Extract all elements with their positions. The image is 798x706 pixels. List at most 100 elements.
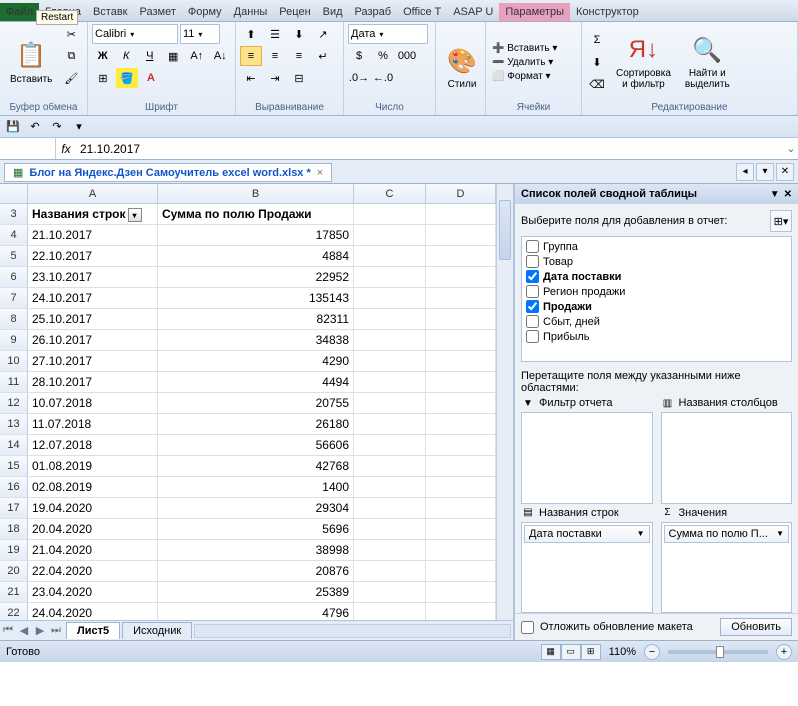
fill-color-button[interactable]: 🪣 [116, 68, 138, 88]
row-header[interactable]: 19 [0, 540, 28, 560]
vertical-scrollbar[interactable] [496, 184, 513, 620]
decrease-font-button[interactable]: A↓ [210, 46, 232, 66]
name-box[interactable] [0, 138, 56, 159]
cell[interactable] [426, 309, 496, 329]
row-header[interactable]: 12 [0, 393, 28, 413]
field-item[interactable]: Продажи [524, 299, 789, 314]
font-name-combo[interactable]: Calibri▾ [92, 24, 178, 44]
field-checkbox[interactable] [526, 270, 539, 283]
cell[interactable]: 20.04.2020 [28, 519, 158, 539]
qat-undo-button[interactable]: ↶ [26, 118, 44, 136]
number-format-combo[interactable]: Дата▾ [348, 24, 428, 44]
autosum-button[interactable]: Σ [586, 30, 608, 50]
field-checkbox[interactable] [526, 285, 539, 298]
tab-nav-next[interactable]: ▾ [756, 163, 774, 181]
fill-button[interactable]: ⬇ [586, 52, 608, 72]
cell[interactable] [426, 372, 496, 392]
drop-zone-filter[interactable] [521, 412, 653, 504]
tab-data[interactable]: Данны [228, 3, 274, 21]
tab-pivottable-options[interactable]: Параметры [499, 3, 570, 21]
cell[interactable]: 22952 [158, 267, 354, 287]
cell[interactable]: 28.10.2017 [28, 372, 158, 392]
align-center-button[interactable]: ≡ [264, 46, 286, 66]
cell[interactable] [354, 351, 426, 371]
field-item[interactable]: Группа [524, 239, 789, 254]
cell[interactable]: 23.10.2017 [28, 267, 158, 287]
filter-dropdown-icon[interactable]: ▾ [128, 208, 142, 222]
cell[interactable]: 24.04.2020 [28, 603, 158, 620]
zoom-slider[interactable] [668, 650, 768, 654]
cell[interactable] [426, 456, 496, 476]
cell[interactable] [426, 267, 496, 287]
zoom-in-button[interactable]: + [776, 644, 792, 660]
row-header[interactable]: 11 [0, 372, 28, 392]
cell[interactable]: 21.04.2020 [28, 540, 158, 560]
increase-indent-button[interactable]: ⇥ [264, 68, 286, 88]
cell[interactable] [426, 330, 496, 350]
col-header-b[interactable]: B [158, 184, 354, 203]
cell[interactable] [426, 498, 496, 518]
increase-decimal-button[interactable]: .0→ [348, 68, 370, 88]
qat-more-button[interactable]: ▾ [70, 118, 88, 136]
cell[interactable] [426, 246, 496, 266]
panel-close-button[interactable]: ✕ [784, 189, 792, 200]
qat-redo-button[interactable]: ↷ [48, 118, 66, 136]
field-checkbox[interactable] [526, 315, 539, 328]
italic-button[interactable]: К [116, 46, 138, 66]
find-select-button[interactable]: 🔍 Найти и выделить [679, 24, 736, 100]
align-middle-button[interactable]: ☰ [264, 24, 286, 44]
row-field-item[interactable]: Дата поставки▼ [524, 525, 650, 543]
font-size-combo[interactable]: 11▾ [180, 24, 220, 44]
cell[interactable]: 19.04.2020 [28, 498, 158, 518]
col-header-d[interactable]: D [426, 184, 496, 203]
align-left-button[interactable]: ≡ [240, 46, 262, 66]
layout-options-button[interactable]: ⊞▾ [770, 210, 792, 232]
fx-button[interactable]: fx [56, 142, 76, 156]
border-button[interactable]: ▦ [163, 46, 185, 66]
cell[interactable] [426, 603, 496, 620]
copy-button[interactable]: ⧉ [60, 46, 82, 66]
row-header[interactable]: 18 [0, 519, 28, 539]
cell[interactable]: 25.10.2017 [28, 309, 158, 329]
sheet-nav-first[interactable]: ⏮ [0, 624, 16, 637]
formula-bar-expand[interactable]: ⌄ [784, 142, 798, 155]
col-header-a[interactable]: A [28, 184, 158, 203]
tab-pivottable-design[interactable]: Конструктор [570, 3, 645, 21]
increase-font-button[interactable]: A↑ [186, 46, 208, 66]
row-header[interactable]: 13 [0, 414, 28, 434]
row-header[interactable]: 15 [0, 456, 28, 476]
field-item[interactable]: Сбыт, дней [524, 314, 789, 329]
tab-close-button[interactable]: ✕ [776, 163, 794, 181]
field-checkbox[interactable] [526, 255, 539, 268]
sheet-nav-next[interactable]: ▶ [32, 624, 48, 637]
cell[interactable]: 26180 [158, 414, 354, 434]
row-header[interactable]: 4 [0, 225, 28, 245]
sheet-nav-prev[interactable]: ◀ [16, 624, 32, 637]
cell[interactable]: 42768 [158, 456, 354, 476]
borders-dropdown[interactable]: ⊞ [92, 68, 114, 88]
cell[interactable] [354, 225, 426, 245]
cell[interactable] [354, 246, 426, 266]
col-header-c[interactable]: C [354, 184, 426, 203]
comma-button[interactable]: 000 [396, 46, 418, 66]
cell[interactable] [354, 309, 426, 329]
document-tab[interactable]: ▦ Блог на Яндекс.Дзен Самоучитель excel … [4, 163, 332, 182]
format-painter-button[interactable]: 🖌 [60, 68, 82, 88]
cell[interactable]: 34838 [158, 330, 354, 350]
cell[interactable]: 20876 [158, 561, 354, 581]
tab-view[interactable]: Вид [317, 3, 349, 21]
cell[interactable] [426, 288, 496, 308]
cell[interactable] [354, 561, 426, 581]
insert-cells-button[interactable]: ➕ Вставить ▾ [490, 42, 577, 55]
cell[interactable] [426, 414, 496, 434]
underline-button[interactable]: Ч [139, 46, 161, 66]
sheet-tab-2[interactable]: Исходник [122, 622, 192, 639]
cell[interactable] [354, 603, 426, 620]
row-header[interactable]: 22 [0, 603, 28, 620]
currency-button[interactable]: $ [348, 46, 370, 66]
cell[interactable]: 25389 [158, 582, 354, 602]
align-top-button[interactable]: ⬆ [240, 24, 262, 44]
field-checkbox[interactable] [526, 330, 539, 343]
qat-save-button[interactable]: 💾 [4, 118, 22, 136]
cell[interactable] [354, 456, 426, 476]
